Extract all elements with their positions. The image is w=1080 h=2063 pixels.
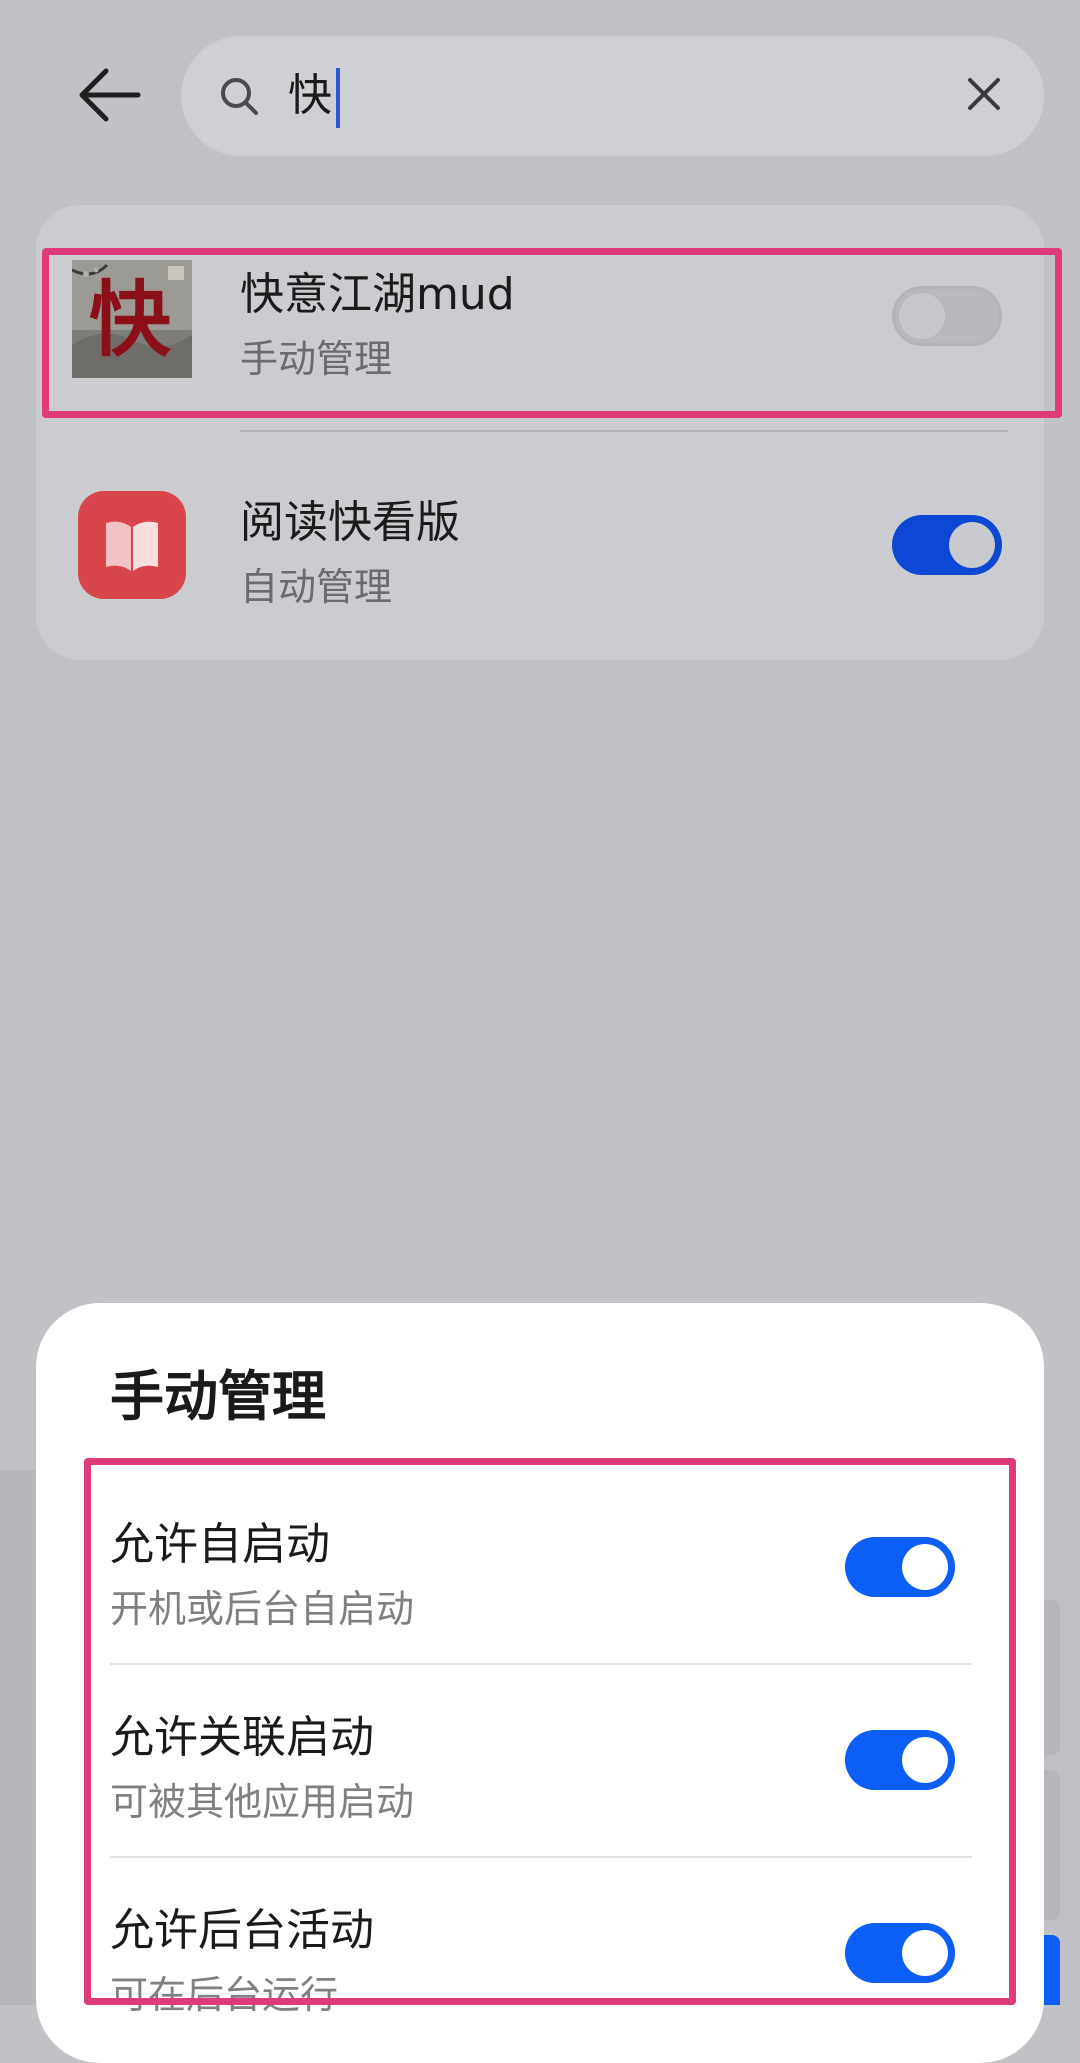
app-toggle-reader[interactable] [892, 515, 1002, 575]
back-button[interactable] [60, 55, 160, 135]
background-panel [1044, 1600, 1060, 1755]
highlight-box-settings [84, 1458, 1016, 2005]
close-icon[interactable] [962, 72, 1006, 116]
back-arrow-icon [79, 68, 141, 122]
highlight-box-app-row [42, 248, 1062, 418]
app-name: 阅读快看版 [240, 497, 460, 548]
search-icon [221, 78, 258, 115]
book-app-icon [78, 491, 186, 599]
app-status: 自动管理 [240, 565, 393, 609]
background-panel [0, 1470, 36, 2005]
sheet-title: 手动管理 [110, 1365, 326, 1428]
background-button [1044, 1935, 1060, 2005]
background-panel [1044, 1770, 1060, 1920]
search-query[interactable]: 快 [288, 58, 332, 134]
text-cursor [336, 68, 340, 128]
